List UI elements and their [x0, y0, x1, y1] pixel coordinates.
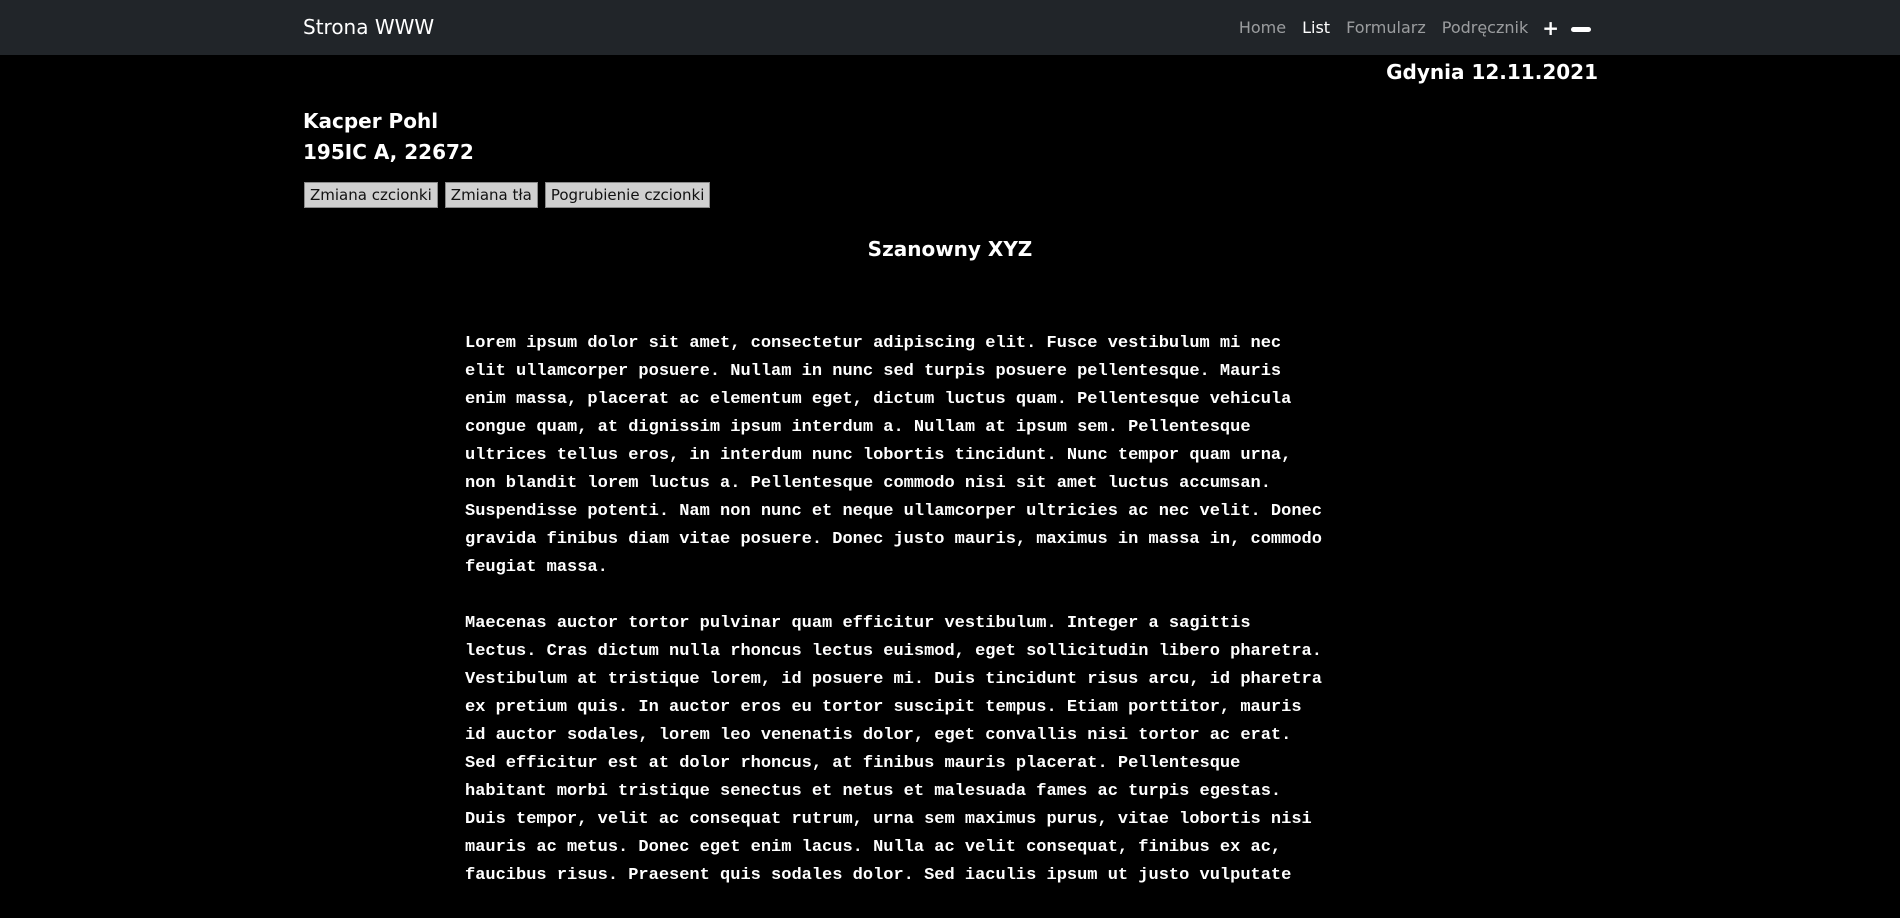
nav-link-home[interactable]: Home [1231, 18, 1294, 37]
bold-toggle-button[interactable]: Pogrubienie czcionki [544, 182, 711, 208]
background-change-button[interactable]: Zmiana tła [444, 182, 538, 208]
navbar-brand[interactable]: Strona WWW [303, 15, 434, 39]
sender-name: Kacper Pohl [303, 109, 439, 133]
letter-date: Gdynia 12.11.2021 [1386, 60, 1598, 84]
style-controls: Zmiana czcionki Zmiana tła Pogrubienie c… [304, 182, 711, 208]
minus-icon[interactable] [1565, 18, 1597, 38]
sender-block: Kacper Pohl 195IC A, 22672 [303, 106, 474, 168]
letter-body: Lorem ipsum dolor sit amet, consectetur … [465, 302, 1445, 918]
font-change-button[interactable]: Zmiana czcionki [304, 182, 438, 208]
sender-address: 195IC A, 22672 [303, 140, 474, 164]
nav-links: Home List Formularz Podręcznik + [1231, 0, 1597, 55]
letter-paragraph: Lorem ipsum dolor sit amet, consectetur … [465, 334, 1322, 577]
top-navbar: Strona WWW Home List Formularz Podręczni… [0, 0, 1900, 55]
nav-link-list[interactable]: List [1294, 18, 1338, 37]
nav-link-podrecznik[interactable]: Podręcznik [1434, 18, 1537, 37]
plus-icon[interactable]: + [1536, 18, 1565, 38]
letter-greeting: Szanowny XYZ [867, 237, 1033, 261]
nav-link-formularz[interactable]: Formularz [1338, 18, 1434, 37]
letter-paragraph: Maecenas auctor tortor pulvinar quam eff… [465, 614, 1322, 885]
